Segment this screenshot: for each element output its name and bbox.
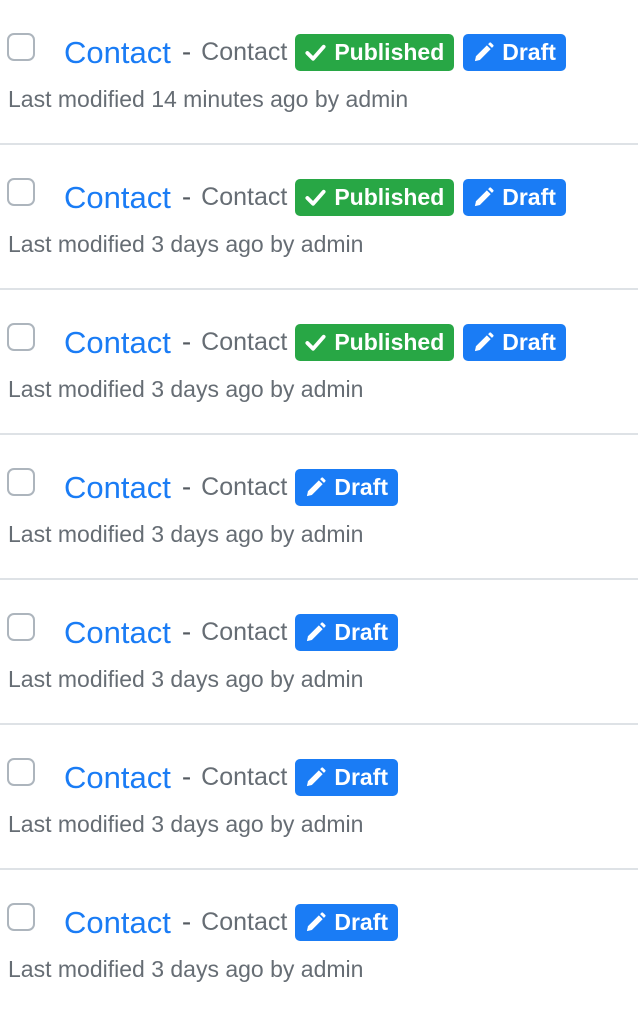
content-list: Contact - Contact Published Draft Last m… xyxy=(0,0,638,1015)
title-row: Contact - Contact Published Draft xyxy=(64,173,575,221)
title-separator: - xyxy=(181,36,192,67)
draft-badge[interactable]: Draft xyxy=(295,613,399,651)
draft-badge[interactable]: Draft xyxy=(463,33,566,71)
pencil-icon xyxy=(475,331,494,351)
title-separator: - xyxy=(181,616,192,647)
select-checkbox[interactable] xyxy=(7,33,35,61)
published-badge-label: Published xyxy=(334,183,445,210)
list-item: Contact - Contact Draft Last modified 3 … xyxy=(0,725,638,870)
content-type-label: Contact xyxy=(201,327,288,356)
published-badge[interactable]: Published xyxy=(295,178,455,216)
list-item: Contact - Contact Published Draft Last m… xyxy=(0,290,638,435)
list-item: Contact - Contact Draft Last modified 3 … xyxy=(0,435,638,580)
select-checkbox[interactable] xyxy=(7,323,35,351)
draft-badge[interactable]: Draft xyxy=(463,323,566,361)
modified-info: Last modified 3 days ago by admin xyxy=(8,521,364,547)
content-type-label: Contact xyxy=(201,762,288,791)
list-item: Contact - Contact Published Draft Last m… xyxy=(0,145,638,290)
item-title-link[interactable]: Contact xyxy=(64,907,171,938)
draft-badge[interactable]: Draft xyxy=(295,758,399,796)
pencil-icon xyxy=(307,476,327,496)
modified-info: Last modified 3 days ago by admin xyxy=(8,231,364,257)
title-row: Contact - Contact Published Draft xyxy=(64,318,575,366)
list-item: Contact - Contact Draft Last modified 3 … xyxy=(0,870,638,1015)
modified-info: Last modified 3 days ago by admin xyxy=(8,956,364,982)
title-separator: - xyxy=(181,471,192,502)
item-title-link[interactable]: Contact xyxy=(64,37,171,68)
content-type-label: Contact xyxy=(201,37,288,66)
select-checkbox[interactable] xyxy=(7,613,35,641)
title-row: Contact - Contact Draft xyxy=(64,753,407,801)
content-type-label: Contact xyxy=(201,617,288,646)
published-badge[interactable]: Published xyxy=(295,323,455,361)
draft-badge-label: Draft xyxy=(502,38,556,65)
check-icon xyxy=(305,334,326,351)
draft-badge-label: Draft xyxy=(502,183,556,210)
draft-badge[interactable]: Draft xyxy=(463,178,566,216)
pencil-icon xyxy=(307,911,327,931)
pencil-icon xyxy=(307,766,327,786)
modified-info: Last modified 3 days ago by admin xyxy=(8,666,364,692)
item-title-link[interactable]: Contact xyxy=(64,617,171,648)
check-icon xyxy=(305,189,326,206)
title-row: Contact - Contact Draft xyxy=(64,608,407,656)
select-checkbox[interactable] xyxy=(7,178,35,206)
title-separator: - xyxy=(181,181,192,212)
title-separator: - xyxy=(181,326,192,357)
modified-info: Last modified 14 minutes ago by admin xyxy=(8,86,409,112)
content-type-label: Contact xyxy=(201,472,288,501)
published-badge-label: Published xyxy=(334,328,445,355)
draft-badge-label: Draft xyxy=(334,763,389,790)
select-checkbox[interactable] xyxy=(7,468,35,496)
draft-badge-label: Draft xyxy=(502,328,556,355)
list-item: Contact - Contact Draft Last modified 3 … xyxy=(0,580,638,725)
content-type-label: Contact xyxy=(201,907,288,936)
draft-badge[interactable]: Draft xyxy=(295,903,399,941)
content-type-label: Contact xyxy=(201,182,288,211)
title-separator: - xyxy=(181,761,192,792)
title-row: Contact - Contact Draft xyxy=(64,463,407,511)
title-separator: - xyxy=(181,906,192,937)
published-badge[interactable]: Published xyxy=(295,33,455,71)
select-checkbox[interactable] xyxy=(7,758,35,786)
draft-badge[interactable]: Draft xyxy=(295,468,399,506)
item-title-link[interactable]: Contact xyxy=(64,182,171,213)
modified-info: Last modified 3 days ago by admin xyxy=(8,376,364,402)
draft-badge-label: Draft xyxy=(334,908,389,935)
title-row: Contact - Contact Draft xyxy=(64,898,407,946)
draft-badge-label: Draft xyxy=(334,618,389,645)
item-title-link[interactable]: Contact xyxy=(64,327,171,358)
list-item: Contact - Contact Published Draft Last m… xyxy=(0,0,638,145)
published-badge-label: Published xyxy=(334,38,445,65)
title-row: Contact - Contact Published Draft xyxy=(64,28,575,76)
pencil-icon xyxy=(475,41,494,61)
check-icon xyxy=(305,44,326,61)
pencil-icon xyxy=(307,621,327,641)
item-title-link[interactable]: Contact xyxy=(64,762,171,793)
modified-info: Last modified 3 days ago by admin xyxy=(8,811,364,837)
pencil-icon xyxy=(475,186,494,206)
item-title-link[interactable]: Contact xyxy=(64,472,171,503)
select-checkbox[interactable] xyxy=(7,903,35,931)
draft-badge-label: Draft xyxy=(334,473,389,500)
